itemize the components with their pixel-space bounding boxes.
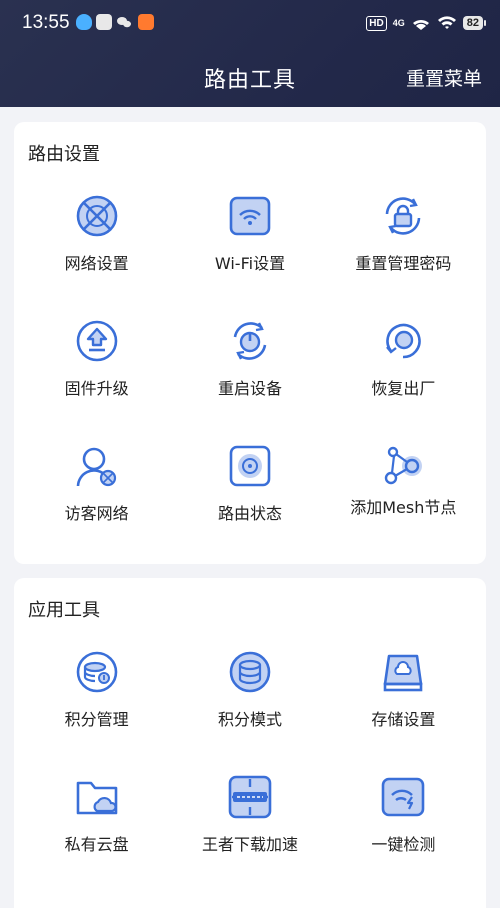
tile-label: 王者下载加速 xyxy=(201,835,298,854)
network-type-label: 4G xyxy=(392,18,405,28)
shopping-app-notification-icon xyxy=(138,14,154,30)
guest-network-tile[interactable]: 访客网络 xyxy=(20,426,173,551)
tile-label: 存储设置 xyxy=(371,710,436,729)
tile-label: 一键检测 xyxy=(371,835,436,854)
hd-badge: HD xyxy=(366,15,387,31)
tile-label: 积分管理 xyxy=(64,710,129,729)
wechat-notification-icon xyxy=(116,14,132,30)
firmware-upgrade-icon xyxy=(73,317,121,365)
tile-label: Wi-Fi设置 xyxy=(214,254,286,273)
wifi-status-icon xyxy=(437,14,457,33)
tile-label: 重置管理密码 xyxy=(355,254,452,273)
points-management-tile[interactable]: 积分管理 xyxy=(20,632,173,757)
tile-label: 重启设备 xyxy=(217,379,282,398)
points-management-icon xyxy=(73,648,121,696)
tile-label: 路由状态 xyxy=(217,504,282,523)
lock-refresh-icon xyxy=(379,192,427,240)
firmware-upgrade-tile[interactable]: 固件升级 xyxy=(20,301,173,426)
tile-label: 网络设置 xyxy=(64,254,129,273)
guest-user-icon xyxy=(73,442,121,490)
section-title-router-settings: 路由设置 xyxy=(28,144,100,165)
section-title-app-tools: 应用工具 xyxy=(28,600,100,621)
battery-icon: 82 xyxy=(462,16,486,30)
status-time: 13:55 xyxy=(22,12,70,33)
restart-power-icon xyxy=(226,317,274,365)
points-mode-tile[interactable]: 积分模式 xyxy=(173,632,326,757)
signal-icon xyxy=(411,14,431,33)
qq-notification-icon xyxy=(76,14,92,30)
tile-label: 积分模式 xyxy=(217,710,282,729)
add-mesh-node-tile[interactable]: 添加Mesh节点 xyxy=(327,426,480,551)
router-settings-card: 路由设置 网络设置 Wi-Fi设置 重置管理密码 固件升级 重启设备 恢复出厂 … xyxy=(14,122,486,564)
private-cloud-drive-tile[interactable]: 私有云盘 xyxy=(20,757,173,882)
tile-label: 访客网络 xyxy=(64,504,129,523)
reset-admin-password-tile[interactable]: 重置管理密码 xyxy=(327,176,480,301)
one-click-check-icon xyxy=(379,773,427,821)
factory-reset-tile[interactable]: 恢复出厂 xyxy=(327,301,480,426)
app-tools-grid: 积分管理 积分模式 存储设置 私有云盘 王者下载加速 一键检测 xyxy=(20,632,480,882)
tile-label: 私有云盘 xyxy=(64,835,129,854)
battery-level: 82 xyxy=(462,16,483,30)
game-download-boost-icon xyxy=(226,773,274,821)
wifi-settings-tile[interactable]: Wi-Fi设置 xyxy=(173,176,326,301)
status-bar: 13:55 HD 4G 82 xyxy=(0,0,500,46)
tile-label: 恢复出厂 xyxy=(371,379,436,398)
storage-settings-tile[interactable]: 存储设置 xyxy=(327,632,480,757)
mesh-node-icon xyxy=(379,442,427,490)
game-download-boost-tile[interactable]: 王者下载加速 xyxy=(173,757,326,882)
app-header: 13:55 HD 4G 82 路由工具 重置菜单 xyxy=(0,0,500,107)
points-mode-icon xyxy=(226,648,274,696)
network-settings-tile[interactable]: 网络设置 xyxy=(20,176,173,301)
wifi-router-icon xyxy=(226,192,274,240)
private-cloud-folder-icon xyxy=(73,773,121,821)
router-status-icon xyxy=(226,442,274,490)
app-tools-card: 应用工具 积分管理 积分模式 存储设置 私有云盘 王者下载加速 一键检测 xyxy=(14,578,486,908)
router-settings-grid: 网络设置 Wi-Fi设置 重置管理密码 固件升级 重启设备 恢复出厂 访客网络 … xyxy=(20,176,480,551)
status-indicators: HD 4G 82 xyxy=(366,13,486,33)
tile-label: 添加Mesh节点 xyxy=(350,498,457,517)
one-click-check-tile[interactable]: 一键检测 xyxy=(327,757,480,882)
reset-menu-button[interactable]: 重置菜单 xyxy=(406,64,482,91)
storage-cloud-icon xyxy=(379,648,427,696)
network-globe-icon xyxy=(73,192,121,240)
tile-label: 固件升级 xyxy=(64,379,129,398)
message-notification-icon xyxy=(96,14,112,30)
restart-device-tile[interactable]: 重启设备 xyxy=(173,301,326,426)
router-status-tile[interactable]: 路由状态 xyxy=(173,426,326,551)
factory-reset-icon xyxy=(379,317,427,365)
